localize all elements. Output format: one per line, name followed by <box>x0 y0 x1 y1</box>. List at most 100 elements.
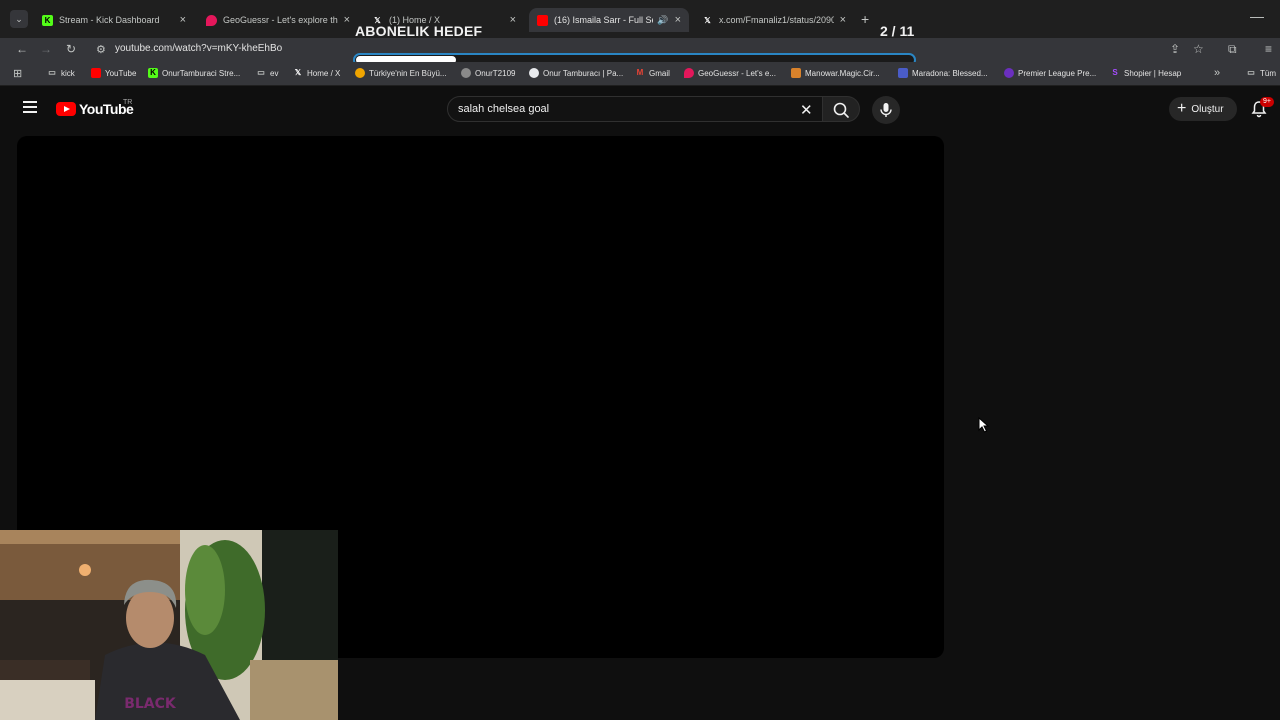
create-button-label: Oluştur <box>1191 103 1224 115</box>
geoguessr-icon <box>206 14 217 26</box>
tab-close-icon[interactable]: × <box>840 14 846 26</box>
bookmark-shopier[interactable]: S Shopier | Hesap <box>1110 68 1181 78</box>
site-icon <box>529 68 539 78</box>
bookmark-x-home[interactable]: 𝕏 Home / X <box>293 68 341 78</box>
folder-icon: ▭ <box>48 68 56 77</box>
address-bar[interactable]: youtube.com/watch?v=mKY-kheEhBo <box>115 43 282 54</box>
bookmark-onur-tamburaci-pa[interactable]: Onur Tamburacı | Pa... <box>529 68 623 78</box>
kick-icon: K <box>148 68 158 78</box>
kick-icon: K <box>42 14 53 26</box>
bookmark-gmail[interactable]: M Gmail <box>635 68 670 78</box>
youtube-icon <box>91 68 101 78</box>
bookmark-label: ev <box>270 68 279 78</box>
reload-icon[interactable]: ↻ <box>66 42 76 56</box>
youtube-masthead: YouTube TR salah chelsea goal ✕ + Oluştu… <box>0 87 1280 131</box>
speaker-icon[interactable]: 🔊 <box>657 15 668 26</box>
bookmark-label: Maradona: Blessed... <box>912 68 988 78</box>
x-icon: 𝕏 <box>704 15 711 25</box>
shopier-icon: S <box>1112 68 1118 77</box>
voice-search-button[interactable] <box>872 96 900 124</box>
bookmark-label: OnurTamburaci Stre... <box>162 68 241 78</box>
tab-close-icon[interactable]: × <box>675 14 681 26</box>
bookmark-all-folder[interactable]: ▭ Tüm <box>1246 68 1276 78</box>
search-input[interactable]: salah chelsea goal ✕ <box>447 96 823 122</box>
tab-search-icon[interactable]: ⌄ <box>10 10 28 28</box>
bookmark-label: kick <box>61 68 75 78</box>
bookmark-ev[interactable]: ▭ ev <box>256 68 278 78</box>
bookmark-label: OnurT2109 <box>475 68 516 78</box>
bookmark-label: YouTube <box>105 68 137 78</box>
browser-tab-strip: ⌄ K Stream - Kick Dashboard × GeoGuessr … <box>0 0 1280 38</box>
bookmark-label: Tüm <box>1260 68 1276 78</box>
create-button[interactable]: + Oluştur <box>1169 97 1237 121</box>
geoguessr-icon <box>684 68 694 78</box>
plus-icon: + <box>1177 100 1187 117</box>
bookmark-label: Home / X <box>307 68 341 78</box>
microphone-icon <box>880 103 892 117</box>
site-icon <box>355 68 365 78</box>
bookmark-star-icon[interactable]: ☆ <box>1193 42 1204 56</box>
webcam-overlay: BLACK <box>0 530 338 720</box>
bookmark-kick[interactable]: ▭ kick <box>47 68 75 78</box>
site-info-icon[interactable]: ⚙ <box>96 43 106 56</box>
new-tab-plus-icon[interactable]: + <box>861 11 869 27</box>
tab-kick-dashboard[interactable]: K Stream - Kick Dashboard × <box>34 8 194 32</box>
gmail-icon: M <box>636 68 644 77</box>
extensions-icon[interactable]: ⧉ <box>1228 42 1237 57</box>
site-icon <box>791 68 801 78</box>
notification-badge: 9+ <box>1260 97 1274 107</box>
region-code: TR <box>123 99 133 106</box>
bookmark-label: Onur Tamburacı | Pa... <box>543 68 624 78</box>
screen: ⌄ K Stream - Kick Dashboard × GeoGuessr … <box>0 0 1280 720</box>
folder-icon: ▭ <box>1247 68 1255 77</box>
tab-title: (16) Ismaila Sarr - Full Seas <box>554 15 653 25</box>
youtube-play-icon <box>56 102 76 116</box>
site-icon <box>898 68 908 78</box>
bookmark-geoguessr[interactable]: GeoGuessr - Let's e... <box>684 68 776 78</box>
minimize-icon[interactable]: — <box>1250 8 1264 24</box>
site-icon <box>461 68 471 78</box>
tab-title: x.com/Fmanaliz1/status/20901 <box>719 15 834 25</box>
bookmark-label: Manowar.Magic.Cir... <box>805 68 880 78</box>
menu-icon[interactable] <box>23 101 37 113</box>
tab-title: GeoGuessr - Let's explore the w <box>223 15 338 25</box>
bookmark-label: Gmail <box>649 68 670 78</box>
search-icon <box>833 102 849 118</box>
subscriber-goal-count: 2 / 11 <box>880 23 915 39</box>
clear-search-icon[interactable]: ✕ <box>800 101 813 119</box>
tab-close-icon[interactable]: × <box>510 14 516 26</box>
bookmark-label: GeoGuessr - Let's e... <box>698 68 777 78</box>
tab-youtube-video[interactable]: (16) Ismaila Sarr - Full Seas 🔊 × <box>529 8 689 32</box>
bookmark-turkiye[interactable]: Türkiye'nin En Büyü... <box>355 68 447 78</box>
subscriber-goal-label: ABONELIK HEDEF <box>355 23 483 39</box>
apps-grid-icon[interactable]: ⊞ <box>13 67 22 80</box>
youtube-logo[interactable]: YouTube <box>56 101 134 117</box>
tab-close-icon[interactable]: × <box>180 14 186 26</box>
mouse-cursor-icon <box>978 417 990 433</box>
search-query-text: salah chelsea goal <box>458 103 550 115</box>
forward-arrow-icon[interactable]: → <box>40 42 52 56</box>
bookmark-premier-league[interactable]: Premier League Pre... <box>1004 68 1096 78</box>
tab-title: Stream - Kick Dashboard <box>59 15 160 25</box>
youtube-icon <box>537 14 548 26</box>
search-button[interactable] <box>822 96 860 122</box>
tab-geoguessr[interactable]: GeoGuessr - Let's explore the w × <box>198 8 358 32</box>
bookmark-label: Türkiye'nin En Büyü... <box>369 68 447 78</box>
bookmark-onurt2109[interactable]: OnurT2109 <box>461 68 515 78</box>
more-bookmarks-chevron-icon[interactable]: » <box>1214 67 1220 79</box>
install-app-icon[interactable]: ⇪ <box>1170 42 1180 56</box>
bookmark-manowar[interactable]: Manowar.Magic.Cir... <box>791 68 880 78</box>
tab-x-status[interactable]: 𝕏 x.com/Fmanaliz1/status/20901 × <box>694 8 854 32</box>
tab-close-icon[interactable]: × <box>344 14 350 26</box>
bookmark-label: Premier League Pre... <box>1018 68 1097 78</box>
bookmark-onurtamburaci-stream[interactable]: K OnurTamburaci Stre... <box>148 68 240 78</box>
bookmark-label: Shopier | Hesap <box>1124 68 1182 78</box>
x-icon: 𝕏 <box>294 68 302 77</box>
bookmarks-bar: ⊞ ▭ kick YouTube K OnurTamburaci Stre... ▭… <box>0 62 1280 86</box>
webcam-person-image: BLACK <box>0 530 338 720</box>
svg-text:BLACK: BLACK <box>124 696 177 712</box>
bookmark-youtube[interactable]: YouTube <box>91 68 136 78</box>
side-panel-icon[interactable]: ≡ <box>1265 42 1272 56</box>
back-arrow-icon[interactable]: ← <box>16 42 28 56</box>
bookmark-maradona[interactable]: Maradona: Blessed... <box>898 68 988 78</box>
